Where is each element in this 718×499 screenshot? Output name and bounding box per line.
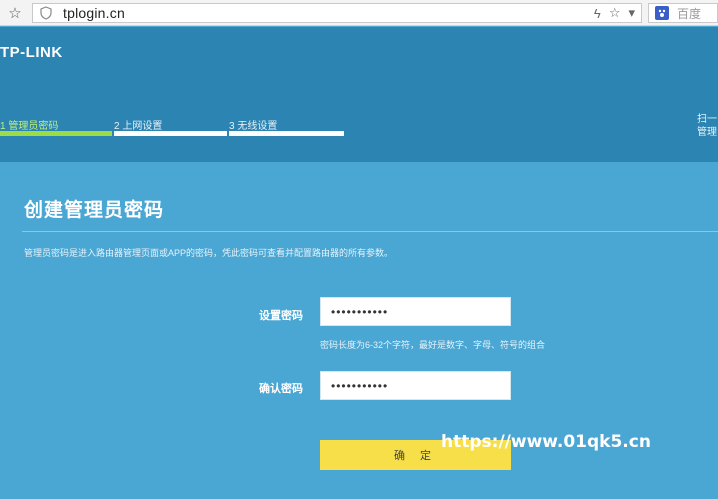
step-admin-password: 1 管理员密码 [0,121,59,132]
side-scan-text: 扫一 管理 [697,114,717,138]
password-input[interactable]: ••••••••••• [320,297,511,326]
password-label: 设置密码 [259,310,303,322]
address-tools: ϟ ☆ ▾ [594,4,635,22]
step-internet-setup: 2 上网设置 [114,121,163,132]
url-text[interactable]: tplogin.cn [63,5,125,21]
router-header: TP-LINK 1 管理员密码 2 上网设置 3 无线设置 扫一 管理 [0,27,718,162]
main-content: 创建管理员密码 管理员密码是进入路由器管理页面或APP的密码，凭此密码可查看并配… [0,162,718,499]
confirm-password-input[interactable]: ••••••••••• [320,371,511,400]
search-placeholder: 百度 [677,6,702,21]
bolt-icon[interactable]: ϟ [594,6,601,21]
watermark-text: https://www.01qk5.cn [441,432,651,452]
step-wireless-setup: 3 无线设置 [229,121,278,132]
address-bar[interactable]: tplogin.cn ϟ ☆ ▾ [32,3,642,23]
step-progress-2 [114,131,227,136]
favorite-star-icon[interactable]: ☆ [609,5,621,21]
step-progress-active [0,131,112,136]
confirm-password-label: 确认密码 [259,383,303,395]
bookmark-star-icon[interactable]: ☆ [4,2,26,24]
password-hint: 密码长度为6-32个字符，最好是数字、字母、符号的组合 [320,340,546,350]
title-divider [22,231,718,232]
baidu-paw-icon [655,6,669,20]
step-progress-3 [229,131,344,136]
chevron-down-icon[interactable]: ▾ [628,5,635,21]
page-title: 创建管理员密码 [24,200,165,221]
browser-toolbar: ☆ tplogin.cn ϟ ☆ ▾ 百度 [0,0,718,26]
page-description: 管理员密码是进入路由器管理页面或APP的密码，凭此密码可查看并配置路由器的所有参… [24,248,394,258]
search-box[interactable]: 百度 [648,3,718,23]
tp-link-logo: TP-LINK [0,44,63,61]
shield-icon [37,4,55,22]
